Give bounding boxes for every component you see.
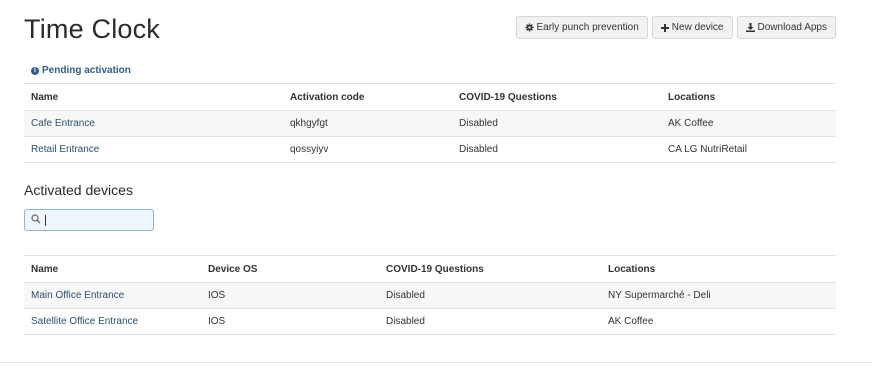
device-os: IOS bbox=[201, 282, 379, 309]
table-row: Main Office Entrance IOS Disabled NY Sup… bbox=[24, 282, 836, 309]
column-header-activation-code: Activation code bbox=[283, 83, 452, 111]
download-icon bbox=[745, 23, 755, 32]
covid-questions-status: Disabled bbox=[379, 282, 601, 309]
activation-code: qossyiyv bbox=[283, 136, 452, 163]
column-header-covid-questions: COVID-19 Questions bbox=[379, 255, 601, 283]
column-header-device-os: Device OS bbox=[201, 255, 379, 283]
new-device-button[interactable]: New device bbox=[651, 16, 733, 39]
table-row: Retail Entrance qossyiyv Disabled CA LG … bbox=[24, 136, 836, 163]
download-apps-button[interactable]: Download Apps bbox=[736, 16, 836, 39]
column-header-locations: Locations bbox=[661, 83, 836, 111]
toolbar: Early punch prevention New device Downlo… bbox=[515, 16, 836, 39]
table-row: Satellite Office Entrance IOS Disabled A… bbox=[24, 308, 836, 335]
activation-code: qkhgyfgt bbox=[283, 110, 452, 137]
table-header-row: Name Activation code COVID-19 Questions … bbox=[24, 83, 836, 111]
download-apps-label: Download Apps bbox=[757, 22, 828, 33]
page-title: Time Clock bbox=[24, 14, 161, 44]
pending-devices-table: Name Activation code COVID-19 Questions … bbox=[24, 83, 836, 163]
device-name-link[interactable]: Main Office Entrance bbox=[24, 282, 201, 309]
info-icon: i bbox=[31, 66, 39, 75]
early-punch-prevention-button[interactable]: Early punch prevention bbox=[515, 16, 648, 39]
search-box[interactable] bbox=[24, 209, 154, 231]
device-location: NY Supermarché - Deli bbox=[601, 282, 836, 309]
column-header-name: Name bbox=[24, 83, 283, 111]
covid-questions-status: Disabled bbox=[379, 308, 601, 335]
covid-questions-status: Disabled bbox=[452, 110, 661, 137]
table-row: Cafe Entrance qkhgyfgt Disabled AK Coffe… bbox=[24, 110, 836, 137]
device-location: CA LG NutriRetail bbox=[661, 136, 836, 163]
device-name-link[interactable]: Retail Entrance bbox=[24, 136, 283, 163]
gear-icon bbox=[524, 23, 534, 32]
device-os: IOS bbox=[201, 308, 379, 335]
activated-devices-heading: Activated devices bbox=[24, 182, 133, 198]
pending-activation-label: Pending activation bbox=[42, 65, 131, 76]
plus-icon bbox=[660, 23, 669, 32]
device-name-link[interactable]: Cafe Entrance bbox=[24, 110, 283, 137]
device-location: AK Coffee bbox=[661, 110, 836, 137]
device-location: AK Coffee bbox=[601, 308, 836, 335]
new-device-label: New device bbox=[671, 22, 724, 33]
search-icon bbox=[31, 211, 41, 229]
footer-divider bbox=[0, 362, 872, 363]
table-header-row: Name Device OS COVID-19 Questions Locati… bbox=[24, 255, 836, 283]
search-input[interactable] bbox=[50, 214, 150, 226]
column-header-locations: Locations bbox=[601, 255, 836, 283]
activated-devices-table: Name Device OS COVID-19 Questions Locati… bbox=[24, 255, 836, 335]
covid-questions-status: Disabled bbox=[452, 136, 661, 163]
early-punch-prevention-label: Early punch prevention bbox=[536, 22, 639, 33]
text-cursor bbox=[45, 214, 46, 226]
pending-activation-heading: i Pending activation bbox=[31, 65, 131, 76]
column-header-name: Name bbox=[24, 255, 201, 283]
column-header-covid-questions: COVID-19 Questions bbox=[452, 83, 661, 111]
device-name-link[interactable]: Satellite Office Entrance bbox=[24, 308, 201, 335]
